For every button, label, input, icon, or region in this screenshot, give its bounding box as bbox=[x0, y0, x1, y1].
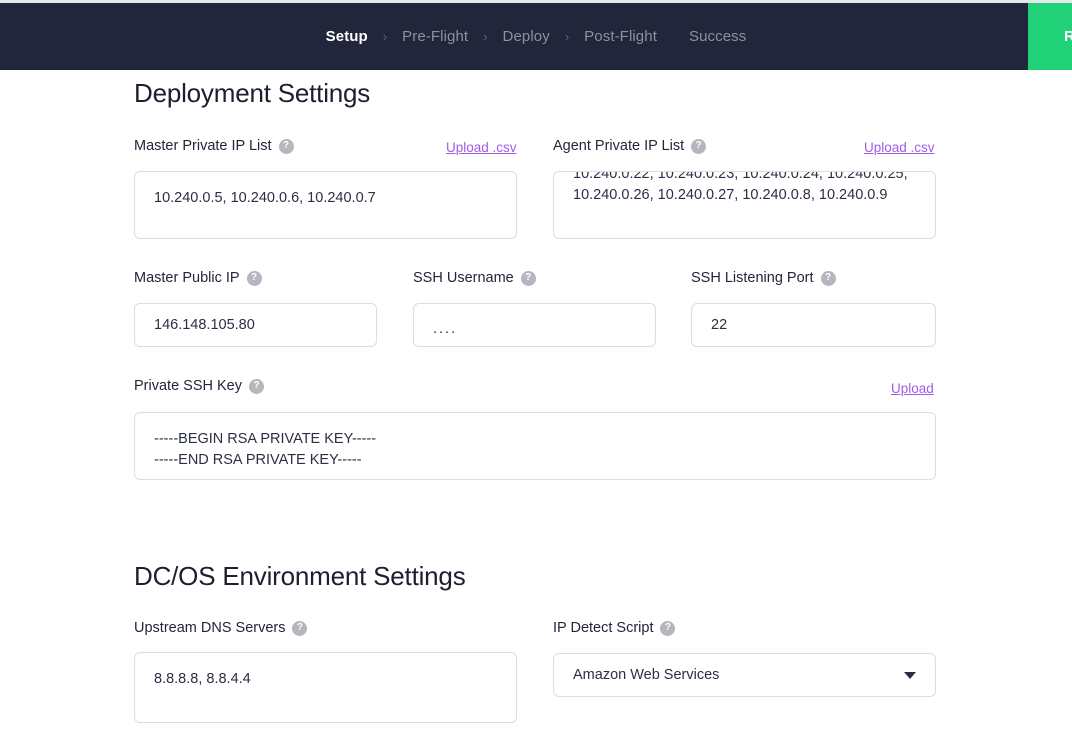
upload-csv-link-master[interactable]: Upload .csv bbox=[446, 140, 517, 155]
help-icon[interactable]: ? bbox=[249, 378, 264, 394]
master-public-ip-value: 146.148.105.80 bbox=[154, 316, 255, 333]
breadcrumb-chevron-icon: › bbox=[483, 29, 488, 44]
page-title-deployment-settings: Deployment Settings bbox=[134, 78, 371, 109]
ssh-username-input[interactable]: .... bbox=[413, 303, 656, 347]
help-icon[interactable]: ? bbox=[246, 270, 262, 286]
help-icon[interactable]: ? bbox=[660, 620, 676, 636]
ssh-listening-port-value: 22 bbox=[711, 316, 728, 333]
breadcrumb-chevron-icon: › bbox=[564, 29, 570, 44]
settings-scroll-content: Deployment Settings Master Private IP Li… bbox=[0, 0, 1072, 748]
master-public-ip-input[interactable]: 146.148.105.80 bbox=[134, 303, 377, 347]
label-agent-private-ip-list: Agent Private IP List ? bbox=[553, 138, 707, 154]
label-upstream-dns-servers: Upstream DNS Servers ? bbox=[134, 620, 308, 636]
label-text: SSH Username bbox=[413, 270, 514, 286]
upload-link-private-ssh-key[interactable]: Upload bbox=[891, 381, 934, 396]
dcos-installer-setup-page: Deployment Settings Master Private IP Li… bbox=[0, 0, 1072, 748]
label-text: Master Private IP List bbox=[134, 138, 272, 154]
breadcrumb-step-success[interactable]: Success bbox=[686, 28, 749, 45]
page-title-environment-settings: DC/OS Environment Settings bbox=[134, 561, 466, 592]
help-icon[interactable]: ? bbox=[278, 138, 294, 154]
label-text: IP Detect Script bbox=[553, 620, 654, 636]
label-text: Private SSH Key bbox=[134, 378, 242, 394]
agent-private-ip-list-value: 10.240.0.22, 10.240.0.23, 10.240.0.24, 1… bbox=[573, 171, 912, 203]
label-text: SSH Listening Port bbox=[691, 270, 814, 286]
label-master-private-ip-list: Master Private IP List ? bbox=[134, 138, 294, 154]
label-text: Agent Private IP List bbox=[553, 138, 685, 154]
help-icon[interactable]: ? bbox=[820, 270, 836, 286]
ip-detect-script-select[interactable]: Amazon Web Services bbox=[553, 653, 936, 697]
agent-private-ip-list-textarea[interactable]: 10.240.0.22, 10.240.0.23, 10.240.0.24, 1… bbox=[553, 171, 936, 239]
master-private-ip-list-value: 10.240.0.5, 10.240.0.6, 10.240.0.7 bbox=[154, 190, 376, 206]
upstream-dns-servers-value: 8.8.8.8, 8.8.4.4 bbox=[154, 671, 251, 687]
installer-navbar: Setup › Pre-Flight › Deploy › Post-Flight Succe… bbox=[0, 3, 1072, 70]
help-icon[interactable]: ? bbox=[520, 270, 536, 286]
upload-csv-link-agent[interactable]: Upload .csv bbox=[864, 140, 935, 155]
master-private-ip-list-textarea[interactable]: 10.240.0.5, 10.240.0.6, 10.240.0.7 bbox=[134, 171, 517, 239]
ssh-username-value: .... bbox=[433, 320, 458, 337]
breadcrumb-step-post-flight[interactable]: Post-Flight bbox=[581, 28, 660, 45]
breadcrumb: Setup › Pre-Flight › Deploy › Post-Flight Succe… bbox=[0, 3, 1072, 70]
breadcrumb-step-setup[interactable]: Setup bbox=[323, 28, 371, 45]
label-text: Upstream DNS Servers bbox=[134, 620, 286, 636]
label-ssh-listening-port: SSH Listening Port ? bbox=[691, 270, 836, 286]
label-ssh-username: SSH Username ? bbox=[413, 270, 536, 286]
breadcrumb-step-pre-flight[interactable]: Pre-Flight bbox=[399, 28, 471, 45]
ssh-listening-port-input[interactable]: 22 bbox=[691, 303, 936, 347]
breadcrumb-chevron-icon: › bbox=[382, 29, 388, 44]
run-pre-flight-button[interactable]: Run Pre-Flight bbox=[1028, 3, 1072, 70]
help-icon[interactable]: ? bbox=[691, 138, 707, 154]
ip-detect-script-selected-value: Amazon Web Services bbox=[573, 667, 720, 683]
label-private-ssh-key: Private SSH Key ? bbox=[134, 378, 264, 394]
upstream-dns-servers-textarea[interactable]: 8.8.8.8, 8.8.4.4 bbox=[134, 652, 517, 723]
private-ssh-key-value: -----BEGIN RSA PRIVATE KEY----- -----END… bbox=[154, 431, 377, 468]
label-text: Master Public IP bbox=[134, 270, 240, 286]
label-master-public-ip: Master Public IP ? bbox=[134, 270, 262, 286]
label-ip-detect-script: IP Detect Script ? bbox=[553, 620, 676, 636]
help-icon[interactable]: ? bbox=[292, 620, 308, 636]
breadcrumb-step-deploy[interactable]: Deploy bbox=[500, 28, 553, 45]
chevron-down-icon bbox=[904, 671, 916, 679]
private-ssh-key-textarea[interactable]: -----BEGIN RSA PRIVATE KEY----- -----END… bbox=[134, 412, 936, 480]
